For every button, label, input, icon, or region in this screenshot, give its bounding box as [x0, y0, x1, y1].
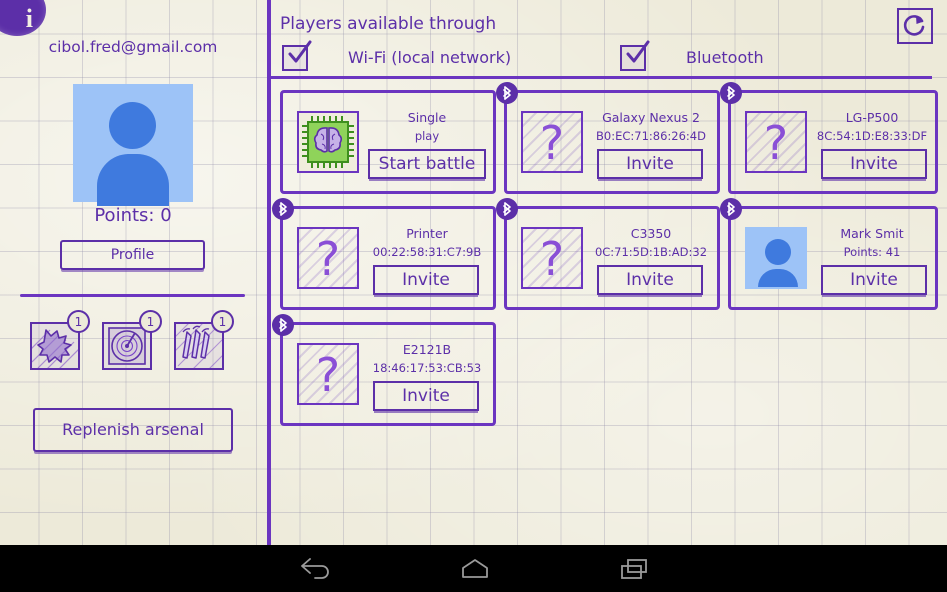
players-list: Single play Start battle ? Galaxy Nexus … — [268, 82, 947, 482]
question-mark-icon: ? — [745, 111, 807, 173]
question-mark-glyph: ? — [299, 229, 357, 289]
recent-apps-icon — [618, 558, 652, 580]
player-card-mark-smit[interactable]: Mark Smit Points: 41 Invite — [728, 206, 938, 310]
card-title: C3350 — [591, 226, 711, 241]
invite-button[interactable]: Invite — [597, 265, 703, 295]
bluetooth-icon — [496, 198, 518, 220]
avatar-icon — [745, 227, 807, 289]
card-title: E2121B — [367, 342, 487, 357]
card-title: Printer — [367, 226, 487, 241]
card-title: Single — [367, 110, 487, 125]
replenish-arsenal-button[interactable]: Replenish arsenal — [33, 408, 233, 452]
question-mark-glyph: ? — [747, 113, 805, 173]
player-card-printer[interactable]: ? Printer 00:22:58:31:C7:9B Invite — [280, 206, 496, 310]
bluetooth-icon — [720, 82, 742, 104]
avatar-body — [758, 269, 798, 289]
player-card-galaxy-nexus-2[interactable]: ? Galaxy Nexus 2 B0:EC:71:86:26:4D Invit… — [504, 90, 720, 194]
avatar — [73, 84, 193, 202]
profile-button[interactable]: Profile — [60, 240, 205, 270]
card-title: LG-P500 — [815, 110, 929, 125]
arsenal-count: 1 — [139, 310, 162, 333]
bluetooth-icon — [272, 314, 294, 336]
header-rule — [270, 76, 932, 79]
card-title: Mark Smit — [815, 226, 929, 241]
arsenal-count: 1 — [67, 310, 90, 333]
sidebar-divider — [20, 294, 245, 297]
filter-wifi-label: Wi-Fi (local network) — [348, 48, 511, 67]
player-card-e2121b[interactable]: ? E2121B 18:46:17:53:CB:53 Invite — [280, 322, 496, 426]
check-mark-icon — [624, 40, 650, 66]
question-mark-glyph: ? — [299, 345, 357, 405]
card-subtitle: B0:EC:71:86:26:4D — [591, 129, 711, 143]
check-mark-icon — [286, 40, 312, 66]
nav-recent-apps-button[interactable] — [575, 545, 695, 592]
card-subtitle: 0C:71:5D:1B:AD:32 — [591, 245, 711, 259]
card-subtitle: 18:46:17:53:CB:53 — [367, 361, 487, 375]
nav-back-button[interactable] — [255, 545, 375, 592]
question-mark-glyph: ? — [523, 113, 581, 173]
player-card-lg-p500[interactable]: ? LG-P500 8C:54:1D:E8:33:DF Invite — [728, 90, 938, 194]
question-mark-icon: ? — [521, 111, 583, 173]
back-icon — [298, 558, 332, 580]
bluetooth-icon — [720, 198, 742, 220]
question-mark-icon: ? — [521, 227, 583, 289]
invite-button[interactable]: Invite — [821, 265, 927, 295]
cpu-brain-icon — [297, 111, 359, 173]
invite-button[interactable]: Invite — [597, 149, 703, 179]
invite-button[interactable]: Invite — [373, 381, 479, 411]
refresh-icon — [902, 13, 928, 39]
player-card-c3350[interactable]: ? C3350 0C:71:5D:1B:AD:32 Invite — [504, 206, 720, 310]
app-screen: i cibol.fred@gmail.com Points: 0 Profile — [0, 0, 947, 545]
arsenal-item-missiles[interactable]: 1 — [174, 316, 228, 370]
avatar-head — [109, 102, 156, 149]
page-title: Players available through — [280, 14, 496, 34]
card-subtitle: Points: 41 — [815, 245, 929, 259]
arsenal-item-mine[interactable]: 1 — [30, 316, 84, 370]
home-icon — [458, 558, 492, 580]
question-mark-icon: ? — [297, 227, 359, 289]
invite-button[interactable]: Invite — [373, 265, 479, 295]
player-card-single-play[interactable]: Single play Start battle — [280, 90, 496, 194]
bluetooth-icon — [272, 198, 294, 220]
arsenal-item-radar[interactable]: 1 — [102, 316, 156, 370]
refresh-button[interactable] — [897, 8, 933, 44]
filter-bluetooth-label: Bluetooth — [686, 48, 764, 67]
avatar-body — [97, 154, 169, 206]
question-mark-icon: ? — [297, 343, 359, 405]
card-subtitle: 00:22:58:31:C7:9B — [367, 245, 487, 259]
checkbox-checked-icon[interactable] — [620, 45, 646, 71]
sidebar: cibol.fred@gmail.com Points: 0 Profile — [0, 0, 266, 545]
card-subtitle: 8C:54:1D:E8:33:DF — [815, 129, 929, 143]
points-label: Points: 0 — [0, 205, 266, 226]
arsenal-count: 1 — [211, 310, 234, 333]
card-title: Galaxy Nexus 2 — [591, 110, 711, 125]
android-navigation-bar — [0, 545, 947, 592]
bluetooth-icon — [496, 82, 518, 104]
invite-button[interactable]: Invite — [821, 149, 927, 179]
question-mark-glyph: ? — [523, 229, 581, 289]
checkbox-checked-icon[interactable] — [282, 45, 308, 71]
account-email: cibol.fred@gmail.com — [0, 38, 266, 56]
avatar-head — [765, 239, 791, 265]
arsenal-row: 1 1 — [30, 316, 260, 378]
card-subtitle: play — [367, 129, 487, 143]
nav-home-button[interactable] — [415, 545, 535, 592]
start-battle-button[interactable]: Start battle — [368, 149, 486, 179]
